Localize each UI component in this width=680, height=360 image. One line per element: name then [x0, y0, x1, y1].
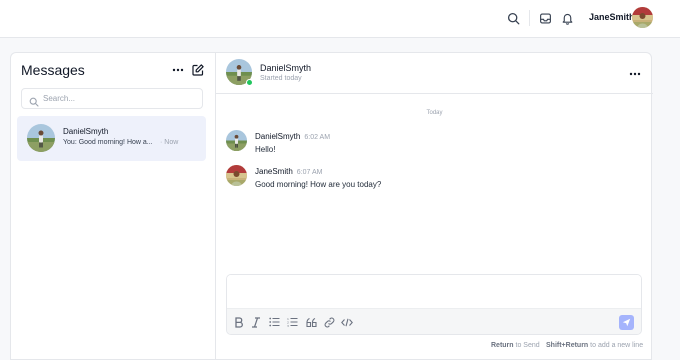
- bold-icon[interactable]: [233, 316, 245, 328]
- newline-hint: Shift+Return to add a new line: [546, 342, 643, 349]
- online-status-dot: [246, 79, 253, 86]
- time-value: Now: [164, 139, 179, 146]
- divider: [529, 10, 530, 26]
- chat-panel: DanielSmyth Started today Today DanielSm…: [215, 52, 653, 360]
- chat-contact-name[interactable]: DanielSmyth: [260, 63, 311, 73]
- message-author: JaneSmith 6:07 AM: [255, 167, 322, 176]
- current-user-name[interactable]: JaneSmith: [589, 12, 635, 22]
- conversation-name: DanielSmyth: [63, 127, 109, 136]
- formatting-toolbar: 123: [227, 308, 641, 334]
- message-text: Hello!: [255, 145, 276, 154]
- author-name: DanielSmyth: [255, 132, 301, 141]
- hint-text: to add a new line: [590, 342, 644, 349]
- search-box: [21, 88, 203, 109]
- hint-text: to Send: [515, 342, 540, 349]
- avatar: [27, 124, 55, 152]
- hint-key: Shift+Return: [546, 342, 589, 349]
- top-bar: JaneSmith: [0, 0, 680, 38]
- inbox-icon[interactable]: [537, 10, 553, 26]
- search-icon[interactable]: [505, 10, 521, 26]
- conversation-preview: You: Good morning! How a...: [63, 139, 153, 146]
- hint-key: Return: [491, 342, 514, 349]
- send-icon[interactable]: [619, 315, 634, 330]
- bullet-list-icon[interactable]: [268, 316, 280, 328]
- code-icon[interactable]: [341, 316, 353, 328]
- link-icon[interactable]: [323, 316, 335, 328]
- conversation-item[interactable]: DanielSmyth You: Good morning! How a... …: [17, 116, 206, 161]
- italic-icon[interactable]: [250, 316, 262, 328]
- send-hint: Return to Send: [491, 342, 540, 349]
- message-time: 6:02 AM: [304, 134, 331, 141]
- author-name: JaneSmith: [255, 167, 293, 176]
- message-time: 6:07 AM: [296, 169, 323, 176]
- svg-text:3: 3: [287, 324, 289, 327]
- panel-title: Messages: [21, 62, 85, 78]
- conversations-panel: Messages DanielSmyth You: Good morning! …: [10, 52, 215, 360]
- message-input[interactable]: [227, 275, 641, 308]
- bell-icon[interactable]: [559, 10, 575, 26]
- numbered-list-icon[interactable]: 123: [286, 316, 298, 328]
- avatar[interactable]: [226, 130, 247, 151]
- avatar[interactable]: [226, 165, 247, 186]
- chat-header: DanielSmyth Started today: [216, 53, 653, 94]
- more-options-icon[interactable]: [628, 69, 642, 79]
- compose-icon[interactable]: [192, 63, 204, 76]
- search-icon: [29, 94, 39, 107]
- search-input[interactable]: [43, 91, 198, 106]
- message-text: Good morning! How are you today?: [255, 180, 382, 189]
- message-composer: 123: [226, 274, 642, 335]
- conversation-time: · Now: [160, 139, 178, 146]
- time-separator: ·: [160, 139, 163, 146]
- chat-started-label: Started today: [260, 75, 302, 82]
- more-options-icon[interactable]: [171, 65, 185, 75]
- day-divider: Today: [426, 110, 443, 116]
- quote-icon[interactable]: [305, 316, 317, 328]
- user-avatar[interactable]: [632, 7, 653, 28]
- message-author: DanielSmyth 6:02 AM: [255, 132, 330, 141]
